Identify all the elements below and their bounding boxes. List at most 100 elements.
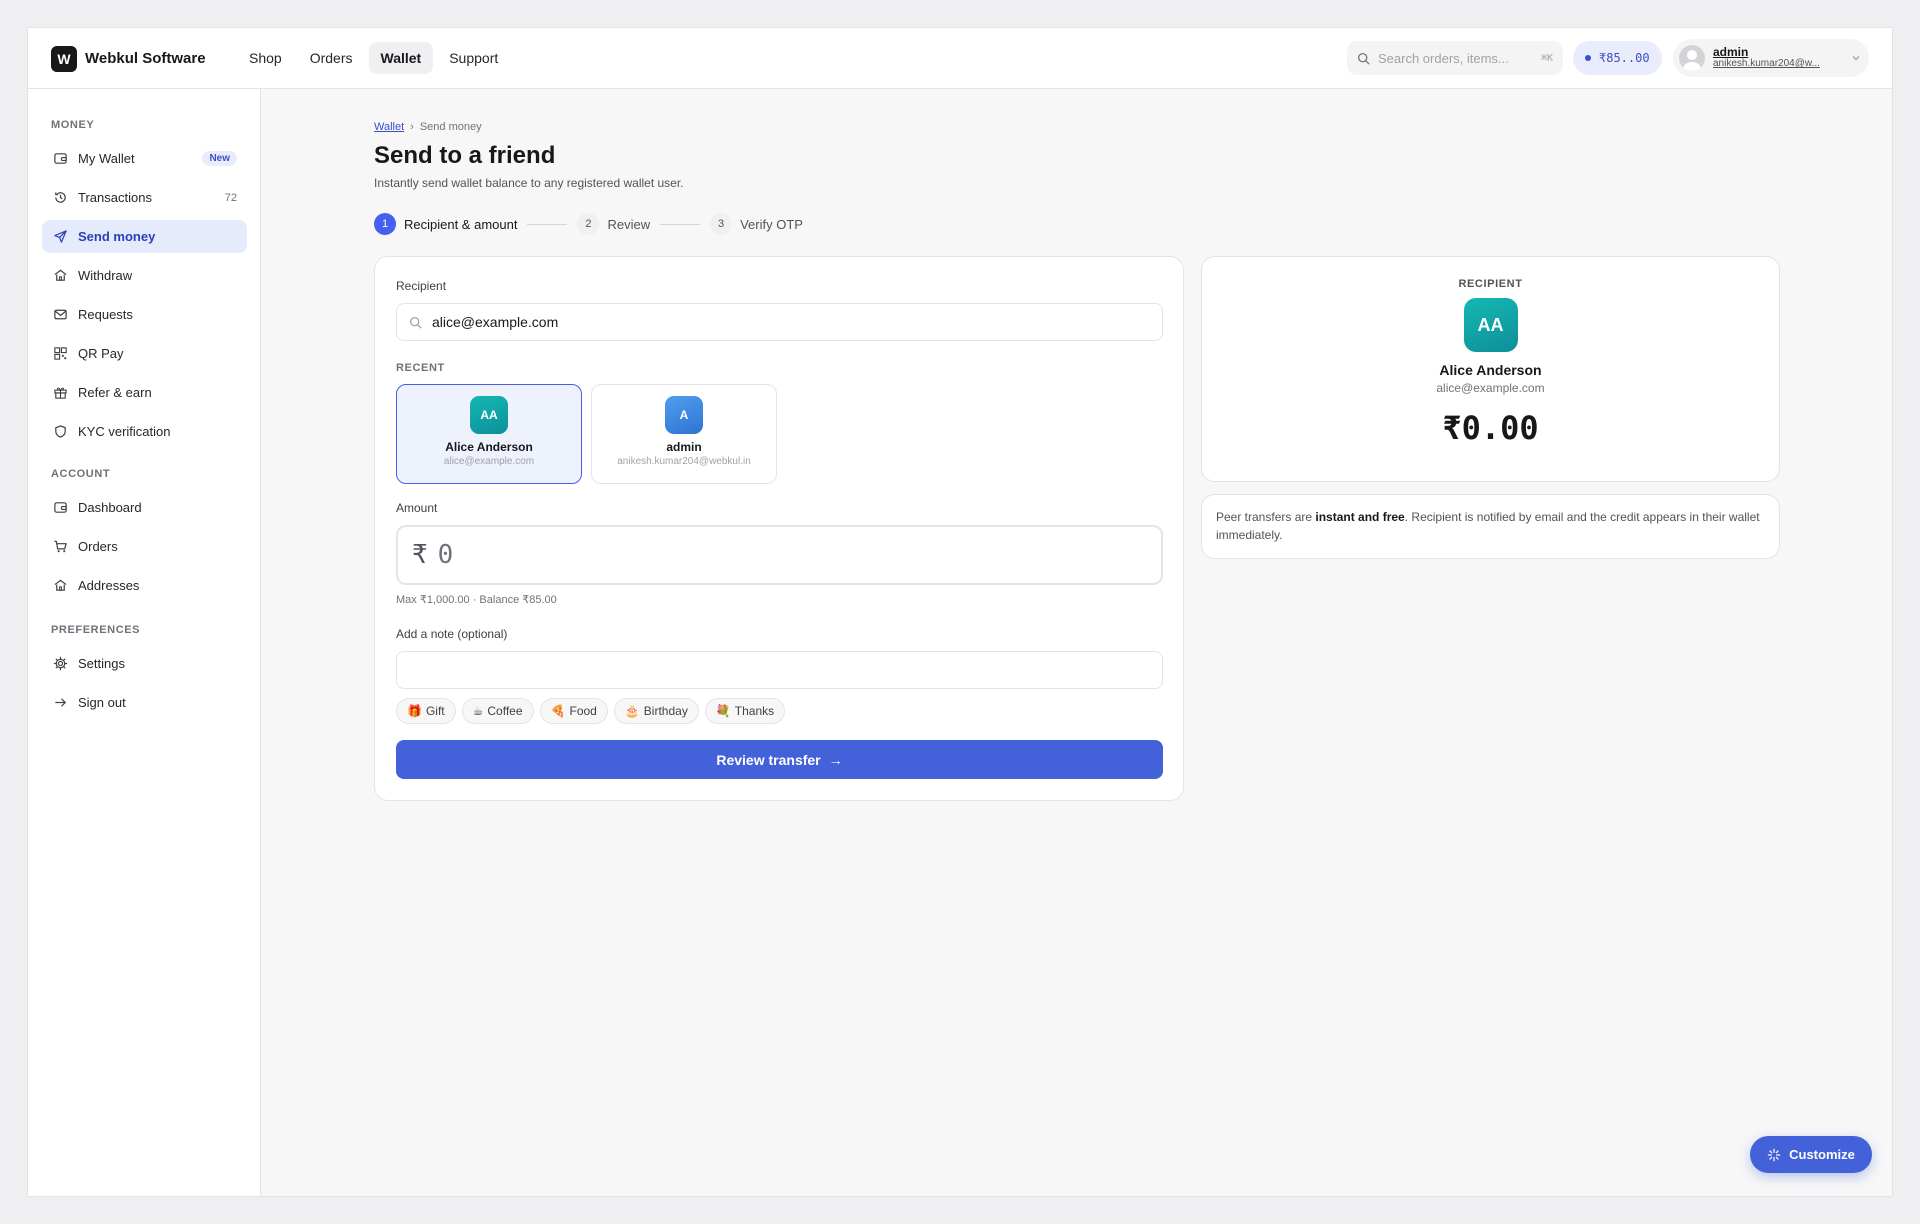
user-name[interactable]: admin <box>1713 46 1843 58</box>
stepper: 1 Recipient & amount 2 Review 3 Verify O… <box>374 213 803 235</box>
sidebar-item-send-money[interactable]: Send money <box>42 220 247 253</box>
nav-orders[interactable]: Orders <box>298 42 365 74</box>
breadcrumb-current: Send money <box>419 121 482 133</box>
sidebar-item-settings[interactable]: Settings <box>42 647 247 680</box>
preview-name: Alice Anderson <box>1439 362 1542 378</box>
contact-avatar: A <box>665 396 703 434</box>
breadcrumb: Wallet › Send money <box>374 121 482 133</box>
brand-name[interactable]: Webkul Software <box>85 50 206 67</box>
chip-food[interactable]: 🍕 Food <box>539 698 608 724</box>
search-input[interactable]: Search orders, items... ⌘K <box>1347 41 1563 75</box>
chip-label: Birthday <box>643 704 688 718</box>
customize-label: Customize <box>1789 1147 1855 1162</box>
arrow-right-icon: → <box>828 751 843 768</box>
sidebar-item-withdraw[interactable]: Withdraw <box>42 259 247 292</box>
review-transfer-button[interactable]: Review transfer → <box>396 740 1163 779</box>
sidebar: MONEY My Wallet New Transactions 72 Send… <box>28 89 261 1196</box>
step-label: Review <box>607 216 651 232</box>
sidebar-item-qr-pay[interactable]: QR Pay <box>42 337 247 370</box>
sidebar-item-requests[interactable]: Requests <box>42 298 247 331</box>
search-icon <box>409 316 422 329</box>
balance-pill[interactable]: ₹85..00 <box>1573 41 1662 75</box>
info-note: Peer transfers are instant and free. Rec… <box>1201 494 1780 559</box>
sidebar-item-my-wallet[interactable]: My Wallet New <box>42 142 247 175</box>
step-divider <box>527 223 568 225</box>
preview-amount: ₹0.00 <box>1442 409 1539 447</box>
preview-email: alice@example.com <box>1436 381 1545 395</box>
contact-name: admin <box>666 440 702 454</box>
amount-input[interactable]: ₹ 0 <box>396 525 1163 585</box>
coffee-icon: ☕ <box>472 704 484 718</box>
chip-label: Gift <box>425 704 445 718</box>
chip-label: Coffee <box>487 704 523 718</box>
bank-icon <box>52 268 68 284</box>
nav-shop[interactable]: Shop <box>237 42 294 74</box>
contact-name: Alice Anderson <box>445 440 533 454</box>
step-number: 1 <box>374 213 396 235</box>
recipient-preview-card: RECIPIENT AA Alice Anderson alice@exampl… <box>1201 256 1780 482</box>
step-number: 2 <box>577 213 600 235</box>
sidebar-item-dashboard[interactable]: Dashboard <box>42 491 247 524</box>
new-badge: New <box>202 151 237 166</box>
chip-label: Thanks <box>734 704 775 718</box>
transfer-form-card: Recipient alice@example.com RECENT AA Al… <box>374 256 1184 801</box>
gift-icon <box>52 385 68 401</box>
sidebar-item-addresses[interactable]: Addresses <box>42 569 247 602</box>
contact-email: alice@example.com <box>443 456 535 467</box>
sidebar-item-transactions[interactable]: Transactions 72 <box>42 181 247 214</box>
recipient-search-input[interactable]: alice@example.com <box>396 303 1163 341</box>
sidebar-item-label: KYC verification <box>78 424 171 439</box>
sidebar-item-label: Orders <box>78 539 118 554</box>
transactions-count: 72 <box>224 191 237 204</box>
send-icon <box>52 229 68 245</box>
sidebar-item-label: Transactions <box>78 190 152 205</box>
gift-icon: 🎁 <box>407 704 422 718</box>
user-menu[interactable]: admin anikesh.kumar204@w... <box>1673 39 1869 77</box>
search-placeholder: Search orders, items... <box>1378 50 1509 66</box>
customize-button[interactable]: Customize <box>1750 1136 1872 1173</box>
chip-thanks[interactable]: 💐 Thanks <box>704 698 786 724</box>
dashboard-icon <box>52 500 68 516</box>
page-title: Send to a friend <box>374 142 556 169</box>
sidebar-item-refer-earn[interactable]: Refer & earn <box>42 376 247 409</box>
note-label: Add a note (optional) <box>396 627 508 641</box>
sidebar-item-label: Withdraw <box>78 268 133 283</box>
search-icon <box>1357 52 1370 65</box>
currency-symbol: ₹ <box>412 540 428 570</box>
sidebar-item-kyc[interactable]: KYC verification <box>42 415 247 448</box>
app-window: W Webkul Software Shop Orders Wallet Sup… <box>27 27 1893 1197</box>
search-shortcut: ⌘K <box>1540 52 1553 64</box>
logo[interactable]: W <box>51 46 77 72</box>
sidebar-item-sign-out[interactable]: Sign out <box>42 686 247 719</box>
chip-coffee[interactable]: ☕ Coffee <box>461 698 534 724</box>
sidebar-item-label: Sign out <box>78 695 126 710</box>
nav-wallet[interactable]: Wallet <box>368 42 434 74</box>
nav-support[interactable]: Support <box>437 42 510 74</box>
chip-gift[interactable]: 🎁 Gift <box>396 698 456 724</box>
recent-contact-alice[interactable]: AA Alice Anderson alice@example.com <box>396 384 582 484</box>
home-icon <box>52 578 68 594</box>
section-money: MONEY <box>51 119 95 131</box>
amount-value: 0 <box>437 540 454 570</box>
history-icon <box>52 190 68 206</box>
sidebar-item-label: Addresses <box>78 578 140 593</box>
breadcrumb-wallet-link[interactable]: Wallet <box>374 121 404 133</box>
review-button-label: Review transfer <box>716 751 821 768</box>
sparkle-icon <box>1767 1148 1781 1162</box>
contact-email: anikesh.kumar204@webkul.in <box>617 456 751 467</box>
user-info: admin anikesh.kumar204@w... <box>1713 46 1843 70</box>
step-verify-otp: 3 Verify OTP <box>710 213 803 235</box>
shield-icon <box>52 424 68 440</box>
recent-contact-admin[interactable]: A admin anikesh.kumar204@webkul.in <box>591 384 777 484</box>
top-nav: Shop Orders Wallet Support <box>237 42 510 74</box>
preview-avatar: AA <box>1463 298 1518 352</box>
chip-birthday[interactable]: 🎂 Birthday <box>613 698 699 724</box>
sidebar-item-orders[interactable]: Orders <box>42 530 247 563</box>
step-label: Verify OTP <box>740 216 803 232</box>
breadcrumb-separator: › <box>410 121 414 133</box>
note-input[interactable] <box>396 651 1163 689</box>
sidebar-item-label: Send money <box>78 229 156 244</box>
contact-avatar: AA <box>470 396 508 434</box>
sidebar-item-label: My Wallet <box>78 151 135 166</box>
user-email[interactable]: anikesh.kumar204@w... <box>1713 58 1843 70</box>
